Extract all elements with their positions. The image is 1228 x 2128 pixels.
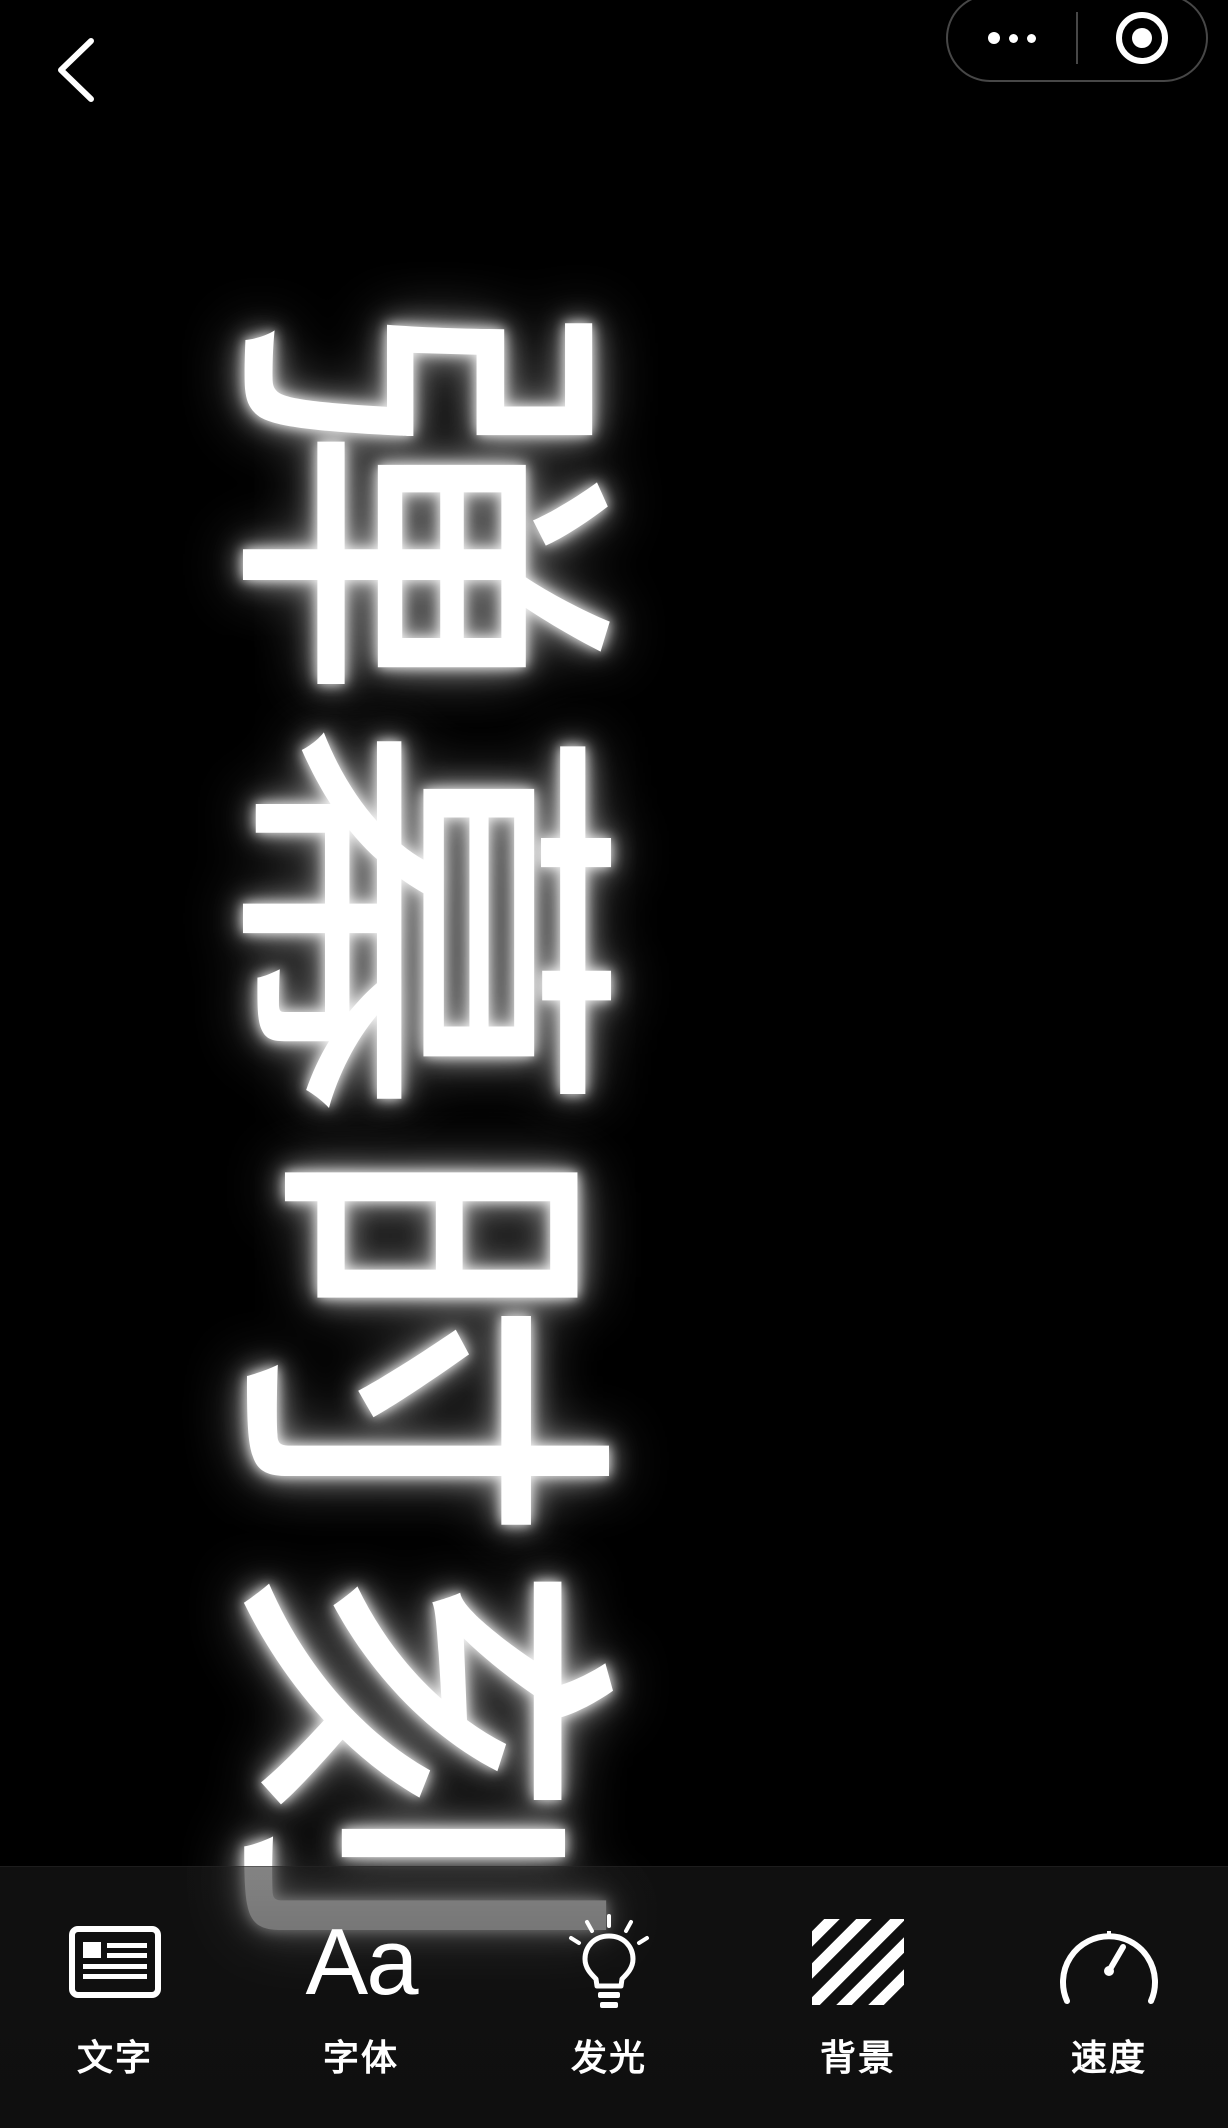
toolbar-item-speed[interactable]: 速度	[1024, 1907, 1194, 2097]
stripes-background-icon	[812, 1907, 904, 2017]
target-circle-icon	[1116, 12, 1168, 64]
bottom-toolbar: 文字 Aa 字体 发光 背景 速度	[0, 1866, 1228, 2128]
mini-program-capsule	[946, 0, 1208, 82]
lightbulb-icon	[559, 1907, 659, 2017]
more-dots-icon	[988, 32, 1036, 44]
font-aa-glyph: Aa	[305, 1909, 419, 2014]
danmaku-screen: 弹幕时刻 文字 Aa 字体 发光 背景 速度	[0, 0, 1228, 2128]
toolbar-item-text[interactable]: 文字	[30, 1907, 200, 2097]
toolbar-label-speed: 速度	[1070, 2038, 1147, 2079]
more-button[interactable]	[948, 0, 1076, 80]
toolbar-item-glow[interactable]: 发光	[524, 1907, 694, 2097]
toolbar-item-font[interactable]: Aa 字体	[276, 1907, 446, 2097]
toolbar-label-background: 背景	[819, 2038, 896, 2079]
chevron-left-icon	[58, 38, 94, 102]
toolbar-label-font: 字体	[322, 2038, 399, 2079]
toolbar-label-glow: 发光	[570, 2038, 647, 2079]
back-button[interactable]	[40, 30, 110, 110]
speedometer-icon	[1055, 1907, 1163, 2017]
text-card-icon	[69, 1907, 161, 2017]
close-program-button[interactable]	[1078, 0, 1206, 80]
marquee-text: 弹幕时刻	[180, 300, 645, 1980]
toolbar-label-text: 文字	[76, 2038, 153, 2079]
toolbar-item-background[interactable]: 背景	[773, 1907, 943, 2097]
marquee-stage: 弹幕时刻	[0, 0, 1228, 2128]
font-aa-icon: Aa	[305, 1907, 419, 2017]
